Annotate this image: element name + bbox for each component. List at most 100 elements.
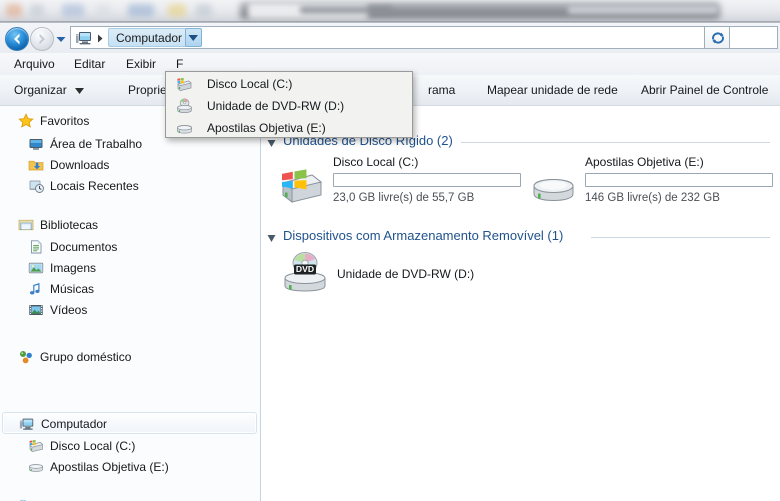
chrome-blob-icon	[128, 4, 154, 17]
capacity-bar	[333, 173, 521, 187]
menu-arquivo[interactable]: Arquivo	[8, 56, 61, 73]
menu-editar[interactable]: Editar	[68, 56, 111, 73]
star-icon	[18, 113, 34, 129]
abrir-painel-controle-button[interactable]: Abrir Painel de Controle	[641, 81, 768, 100]
chevron-right-icon[interactable]	[95, 33, 105, 44]
hard-drive-icon	[176, 120, 193, 137]
windows-hard-drive-icon	[176, 76, 193, 93]
menu-item-label: Disco Local (C:)	[207, 77, 293, 91]
chrome-blob-icon	[196, 4, 212, 17]
videos-icon	[28, 302, 44, 318]
sidebar-label: Favoritos	[40, 114, 90, 128]
chevron-down-icon	[56, 37, 66, 42]
sidebar-label: Vídeos	[50, 303, 88, 317]
address-bar: Computador	[0, 23, 780, 53]
sidebar-item-grupo-domestico[interactable]: Grupo doméstico	[0, 346, 260, 368]
menu-item-unidade-dvd-rw-d[interactable]: Unidade de DVD-RW (D:)	[167, 95, 411, 117]
breadcrumb-dropdown-button[interactable]	[185, 28, 202, 47]
svg-text:DVD: DVD	[296, 264, 314, 274]
sidebar-label: Downloads	[50, 158, 110, 172]
sidebar-item-bibliotecas[interactable]: Bibliotecas	[0, 214, 260, 236]
device-name: Unidade de DVD-RW (D:)	[337, 267, 475, 281]
group-divider	[461, 142, 770, 143]
menu-item-apostilas-objetiva-e[interactable]: Apostilas Objetiva (E:)	[167, 117, 411, 139]
windows-hard-drive-icon	[279, 166, 325, 204]
chrome-blob-icon	[30, 4, 44, 17]
organizar-label: Organizar	[14, 83, 67, 97]
cropped-browser-chrome	[0, 0, 780, 22]
sidebar-item-apostilas-objetiva-e[interactable]: Apostilas Objetiva (E:)	[0, 456, 260, 478]
chrome-title-blur	[568, 6, 718, 14]
drive-name: Disco Local (C:)	[333, 155, 419, 169]
local-disk-icon	[28, 438, 44, 454]
breadcrumb[interactable]: Computador	[70, 26, 765, 49]
sidebar-label: Bibliotecas	[40, 218, 99, 232]
sidebar-item-disco-local-c[interactable]: Disco Local (C:)	[0, 435, 260, 457]
sidebar-item-computador[interactable]: Computador	[2, 412, 257, 434]
sidebar-item-locais-recentes[interactable]: Locais Recentes	[0, 175, 260, 197]
sidebar-label: Rede	[40, 496, 69, 501]
desinstalar-programa-button[interactable]: rama	[428, 81, 455, 100]
sidebar-label: Locais Recentes	[50, 179, 139, 193]
menu-exibir[interactable]: Exibir	[120, 56, 162, 73]
refresh-icon	[712, 32, 724, 44]
breadcrumb-item-computador[interactable]: Computador	[108, 28, 191, 47]
sidebar-label: Documentos	[50, 240, 118, 254]
chevron-down-icon	[75, 81, 85, 100]
sidebar-label: Imagens	[50, 261, 97, 275]
organizar-button[interactable]: Organizar	[14, 81, 85, 100]
back-button[interactable]	[5, 27, 29, 51]
sidebar-item-downloads[interactable]: Downloads	[0, 154, 260, 176]
refresh-button[interactable]	[704, 26, 730, 49]
sidebar-item-videos[interactable]: Vídeos	[0, 299, 260, 321]
sidebar-item-musicas[interactable]: Músicas	[0, 278, 260, 300]
recent-pages-dropdown[interactable]	[55, 33, 67, 43]
device-tile-unidade-dvd-rw-d[interactable]: DVD Unidade de DVD-RW (D:)	[271, 249, 521, 301]
group-title: Dispositivos com Armazenamento Removível…	[283, 228, 564, 243]
sidebar-label: Computador	[41, 417, 108, 431]
dvd-drive-icon: DVD	[281, 251, 329, 295]
sidebar-label: Músicas	[50, 282, 95, 296]
mapear-unidade-rede-button[interactable]: Mapear unidade de rede	[487, 81, 618, 100]
sidebar-item-rede[interactable]: Rede	[0, 496, 260, 501]
chrome-blob-icon	[6, 4, 22, 17]
sidebar-label: Apostilas Objetiva (E:)	[50, 460, 169, 474]
forward-arrow-icon	[39, 33, 45, 45]
collapse-triangle-icon[interactable]	[267, 232, 276, 242]
menu-item-disco-local-c[interactable]: Disco Local (C:)	[167, 73, 411, 95]
desktop-icon	[28, 136, 44, 152]
breadcrumb-dropdown-menu: Disco Local (C:) Unidade de DVD-RW (D:)	[165, 71, 413, 138]
hard-drive-icon	[28, 459, 44, 475]
sidebar-item-documentos[interactable]: Documentos	[0, 236, 260, 258]
chrome-text-blur	[300, 6, 392, 14]
pictures-icon	[28, 260, 44, 276]
music-icon	[28, 281, 44, 297]
chrome-blob-icon	[168, 4, 186, 17]
documents-icon	[28, 239, 44, 255]
capacity-bar	[585, 173, 773, 187]
group-header-dispositivos-removiveis[interactable]: Dispositivos com Armazenamento Removível…	[261, 226, 780, 246]
search-input[interactable]	[730, 26, 778, 49]
dvd-drive-icon	[176, 98, 193, 115]
content-pane: Unidades de Disco Rígido (2) Disco Local…	[261, 106, 780, 501]
sidebar-item-imagens[interactable]: Imagens	[0, 257, 260, 279]
sidebar-label: Grupo doméstico	[40, 350, 132, 364]
computer-icon	[19, 416, 35, 432]
drive-name: Apostilas Objetiva (E:)	[585, 155, 704, 169]
downloads-folder-icon	[28, 157, 44, 173]
recent-places-icon	[28, 178, 44, 194]
drive-tile-apostilas-objetiva-e[interactable]: Apostilas Objetiva (E:) 146 GB livre(s) …	[523, 154, 773, 210]
drive-free-space: 146 GB livre(s) de 232 GB	[585, 192, 720, 204]
drive-free-space: 23,0 GB livre(s) de 55,7 GB	[333, 192, 475, 204]
chevron-down-icon	[188, 35, 198, 41]
explorer-window: Computador Arquivo Editar Exibir F Organ…	[0, 23, 780, 501]
homegroup-icon	[18, 349, 34, 365]
forward-button[interactable]	[30, 27, 54, 51]
sidebar-label: Área de Trabalho	[50, 137, 143, 151]
drive-tile-disco-local-c[interactable]: Disco Local (C:) 23,0 GB livre(s) de 55,…	[271, 154, 521, 210]
sidebar-label: Disco Local (C:)	[50, 439, 136, 453]
back-arrow-icon	[14, 33, 20, 45]
libraries-icon	[18, 217, 34, 233]
group-divider	[591, 237, 770, 238]
chrome-blob-icon	[96, 4, 110, 17]
